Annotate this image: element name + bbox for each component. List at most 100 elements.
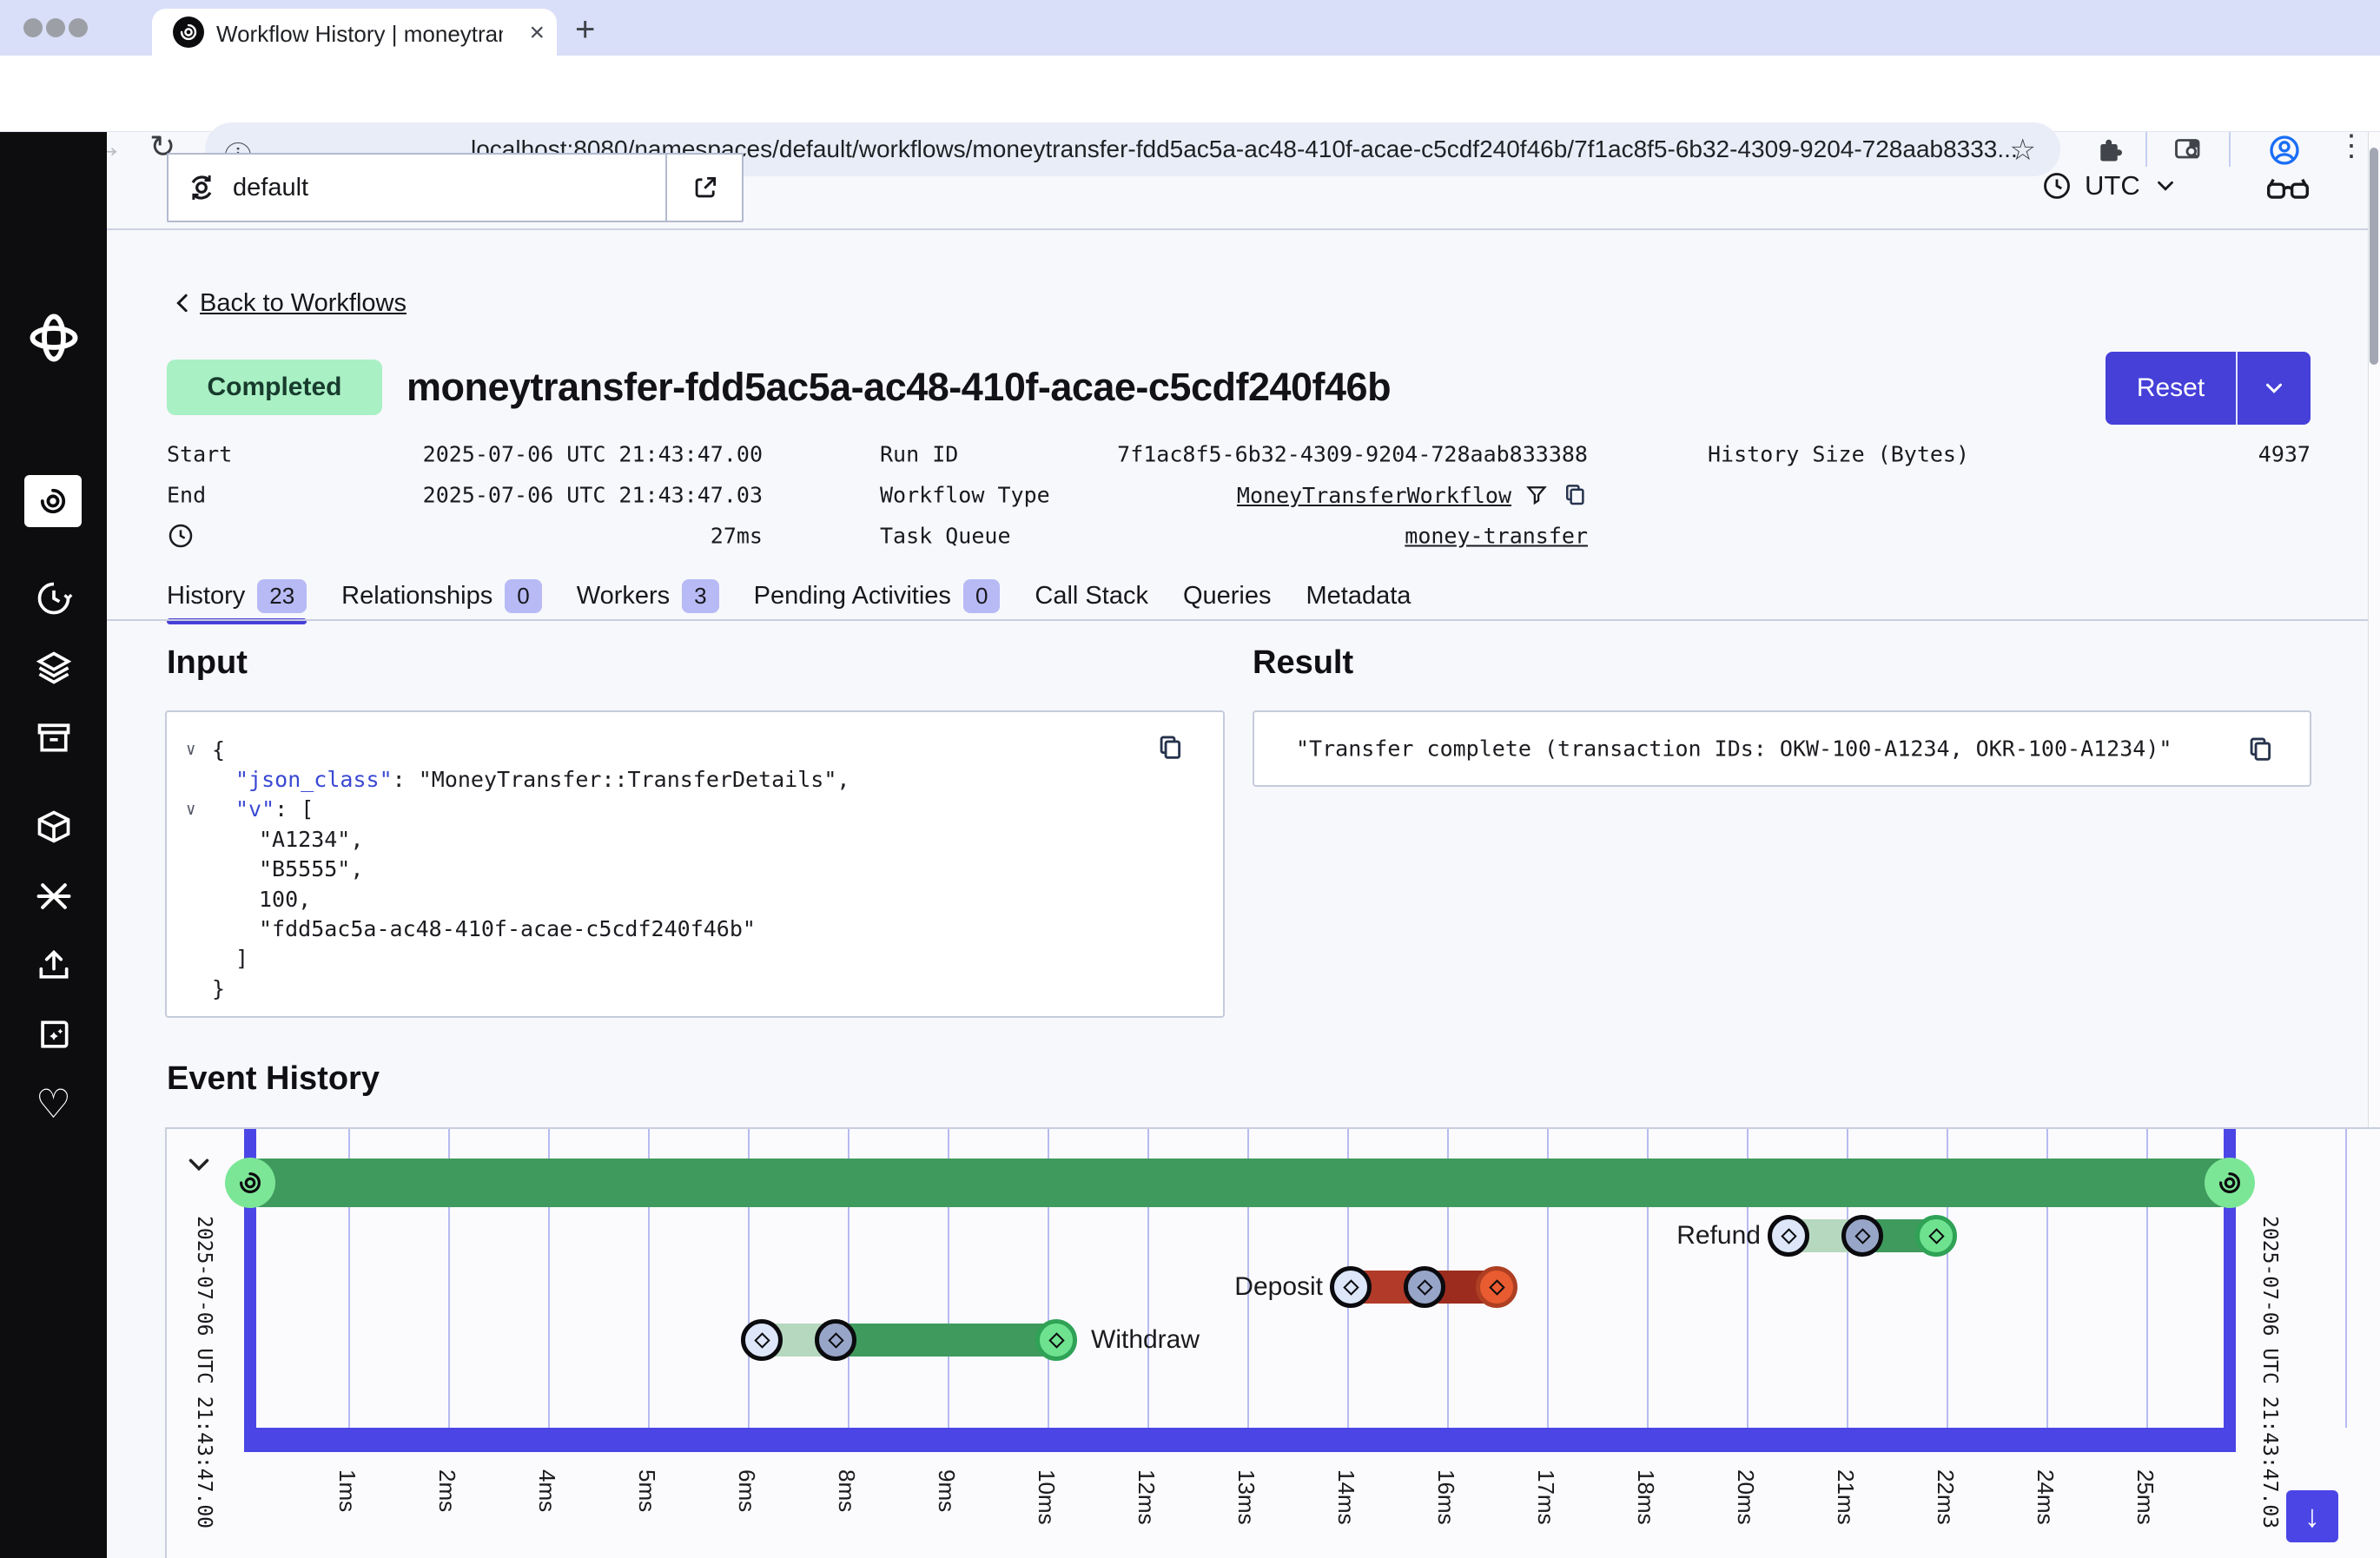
profile-icon[interactable] (2267, 133, 2302, 168)
code-line: "fdd5ac5a-ac48-410f-acae-c5cdf240f46b" (167, 914, 1223, 943)
event-closed-withdraw[interactable] (1035, 1319, 1077, 1361)
axis-tick-label: 2ms (433, 1469, 460, 1512)
sidebar-item-import[interactable] (0, 947, 107, 985)
collapse-caret-icon[interactable]: ∨ (186, 740, 195, 759)
tab-relationships[interactable]: Relationships0 (341, 579, 542, 613)
tab-badge: 3 (682, 579, 718, 613)
tab-workers[interactable]: Workers3 (577, 579, 719, 613)
labs-glasses-icon[interactable] (2265, 170, 2311, 203)
filter-icon[interactable] (1524, 482, 1550, 508)
back-chevron-icon[interactable] (170, 290, 196, 316)
namespace-external-link-button[interactable] (669, 155, 742, 221)
event-started-withdraw[interactable] (815, 1319, 856, 1361)
event-scheduled-deposit[interactable] (1330, 1266, 1372, 1308)
event-started-deposit[interactable] (1404, 1266, 1445, 1308)
theme-toggle-icon[interactable]: ☼ (0, 1553, 107, 1558)
axis-tick-label: 24ms (2032, 1469, 2059, 1525)
reset-button[interactable]: Reset (2106, 352, 2236, 425)
sidebar-item-namespaces[interactable] (0, 808, 107, 846)
new-tab-button[interactable]: + (575, 10, 595, 50)
sidebar-item-schedules[interactable] (0, 579, 107, 617)
copy-icon[interactable] (1155, 733, 1185, 762)
tab-title: Workflow History | moneytran (216, 21, 503, 47)
namespace-selector[interactable]: default (167, 153, 744, 222)
activity-label-deposit: Deposit (1234, 1272, 1323, 1302)
sidebar-item-feedback[interactable]: ♡ (0, 1084, 107, 1124)
tab-queries[interactable]: Queries (1183, 582, 1272, 611)
input-heading: Input (167, 644, 248, 682)
workflow-id-title: moneytransfer-fdd5ac5a-ac48-410f-acae-c5… (407, 365, 1391, 410)
tab-label: Call Stack (1035, 582, 1148, 611)
task-queue-link[interactable]: money-transfer (1405, 524, 1588, 549)
activity-bar-withdraw[interactable] (836, 1324, 1056, 1357)
axis-tick-label: 13ms (1233, 1469, 1259, 1525)
result-value: "Transfer complete (transaction IDs: OKW… (1296, 736, 2172, 762)
start-label: Start (167, 442, 232, 467)
timezone-label: UTC (2085, 170, 2140, 201)
copy-icon[interactable] (1562, 482, 1588, 508)
code-line: 100, (167, 884, 1223, 914)
run-id-value: 7f1ac8f5-6b32-4309-9204-728aab833388 (1117, 442, 1588, 467)
reset-split-button[interactable]: Reset (2106, 352, 2311, 425)
workflow-start-marker[interactable] (225, 1158, 275, 1208)
tab-label: Metadata (1306, 582, 1411, 611)
timeline-start-timestamp: 2025-07-06 UTC 21:43:47.00 (193, 1216, 215, 1528)
task-queue-label: Task Queue (880, 524, 1011, 549)
bookmark-star-icon[interactable]: ☆ (2010, 133, 2036, 168)
workflow-execution-bar[interactable] (250, 1159, 2230, 1207)
input-payload-box: ∨{"json_class": "MoneyTransfer::Transfer… (165, 710, 1225, 1018)
sidebar-item-batch-operations[interactable] (0, 718, 107, 756)
workflow-type-link[interactable]: MoneyTransferWorkflow (1237, 483, 1511, 508)
tab-badge: 0 (963, 579, 1000, 613)
reset-menu-chevron-icon[interactable] (2238, 352, 2311, 425)
event-diamond-icon (1343, 1279, 1359, 1295)
event-closed-refund[interactable] (1915, 1215, 1957, 1257)
browser-tab[interactable]: Workflow History | moneytran × (152, 9, 557, 56)
status-badge: Completed (167, 360, 382, 415)
tab-label: Pending Activities (754, 582, 951, 611)
page-scrollbar-thumb[interactable] (2370, 148, 2378, 365)
copy-icon[interactable] (2245, 735, 2275, 764)
tab-label: Relationships (341, 582, 493, 611)
browser-tabstrip: Workflow History | moneytran × + (0, 0, 2380, 56)
workflow-type-label: Workflow Type (880, 483, 1050, 508)
timeline-expand-chevron-icon[interactable] (182, 1148, 215, 1181)
tab-metadata[interactable]: Metadata (1306, 582, 1411, 611)
code-line: "B5555", (167, 855, 1223, 884)
window-zoom-button[interactable] (69, 18, 88, 37)
window-minimize-button[interactable] (46, 18, 65, 37)
sidebar-item-nexus[interactable] (0, 877, 107, 915)
sidebar-item-deployments[interactable] (0, 649, 107, 687)
browser-menu-icon[interactable]: ⋮ (2337, 129, 2366, 163)
window-close-button[interactable] (23, 18, 43, 37)
axis-tick-label: 1ms (334, 1469, 360, 1512)
axis-tick-label: 16ms (1432, 1469, 1459, 1525)
tab-close-icon[interactable]: × (529, 18, 545, 48)
event-closed-deposit[interactable] (1476, 1266, 1517, 1308)
tab-pending-activities[interactable]: Pending Activities 0 (754, 579, 1001, 613)
extensions-icon[interactable] (2093, 134, 2125, 165)
event-started-refund[interactable] (1841, 1215, 1883, 1257)
sidebar-item-docs[interactable] (0, 1016, 107, 1054)
axis-tick-label: 10ms (1033, 1469, 1060, 1525)
end-label: End (167, 483, 206, 508)
event-scheduled-refund[interactable] (1768, 1215, 1809, 1257)
toolbar-divider (2229, 132, 2231, 167)
toolbar-divider (2145, 132, 2147, 167)
timezone-selector[interactable]: UTC (2041, 170, 2178, 201)
tab-history[interactable]: History23 (167, 579, 307, 613)
tab-call-stack[interactable]: Call Stack (1035, 582, 1148, 611)
run-id-label: Run ID (880, 442, 958, 467)
collapse-caret-icon[interactable]: ∨ (186, 800, 195, 819)
axis-tick-label: 5ms (633, 1469, 660, 1512)
scroll-to-bottom-button[interactable]: ↓ (2286, 1490, 2338, 1542)
event-scheduled-withdraw[interactable] (741, 1319, 783, 1361)
sidebar-item-workflows[interactable] (24, 475, 82, 527)
workflow-end-marker[interactable] (2205, 1158, 2255, 1208)
browser-toolbar: ← → ↻ ⓘ localhost:8080/namespaces/defaul… (0, 56, 2380, 132)
code-text: "fdd5ac5a-ac48-410f-acae-c5cdf240f46b" (167, 916, 756, 941)
tab-badge: 23 (257, 579, 307, 613)
axis-tick-label: 4ms (533, 1469, 560, 1512)
back-to-workflows-link[interactable]: Back to Workflows (200, 289, 407, 318)
tab-search-icon[interactable] (2172, 134, 2205, 165)
